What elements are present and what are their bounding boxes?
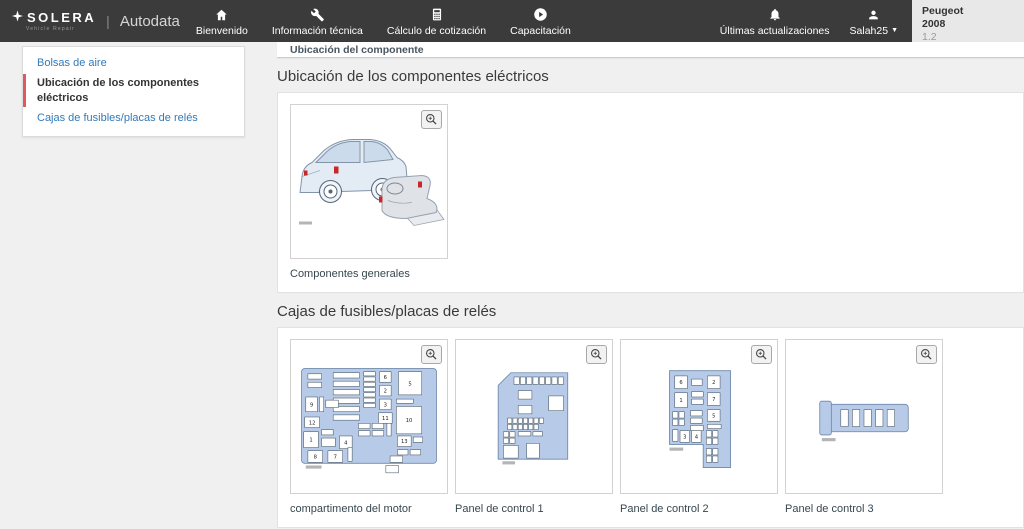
svg-text:3: 3 (384, 402, 387, 408)
nav-label: Últimas actualizaciones (719, 24, 830, 37)
fuse-diagram-panel3 (819, 400, 909, 441)
main-nav: Bienvenido Información técnica Cálculo d… (194, 0, 573, 42)
wrench-icon (310, 6, 325, 22)
thumbnail-caption: compartimento del motor (290, 503, 412, 515)
thumbnail-componentes-generales[interactable] (290, 104, 448, 259)
svg-text:13: 13 (401, 439, 408, 445)
brand-product: Autodata (119, 12, 180, 30)
vehicle-model: 2008 (922, 18, 946, 31)
nav-label: Bienvenido (195, 24, 248, 37)
play-icon (533, 6, 548, 22)
svg-text:2: 2 (384, 388, 387, 394)
autodata-app: { "header": { "brand": { "name": "SOLERA… (0, 0, 1024, 529)
svg-text:12: 12 (309, 420, 316, 426)
brand-tagline: Vehicle Repair (26, 26, 76, 32)
svg-text:9: 9 (310, 402, 313, 408)
fuse-diagram-panel1 (497, 371, 569, 464)
chevron-down-icon: ▼ (891, 27, 898, 34)
calculator-icon (430, 6, 444, 22)
magnifier-icon (426, 114, 437, 125)
svg-text:7: 7 (334, 454, 337, 460)
thumbnail-caption: Panel de control 3 (785, 503, 874, 515)
section-card-ubicacion: Componentes generales (277, 92, 1024, 293)
svg-text:10: 10 (406, 418, 413, 424)
user-icon (867, 6, 880, 22)
zoom-button[interactable] (916, 345, 937, 364)
zoom-button[interactable] (421, 345, 442, 364)
thumbnail-compartimento-motor[interactable]: 6 2 3 11 5 10 9 12 1 4 13 8 7 (290, 339, 448, 494)
svg-text:2: 2 (712, 380, 715, 386)
magnifier-icon (756, 349, 767, 360)
brand-separator: | (106, 13, 110, 29)
user-menu[interactable]: Salah25 ▼ (848, 6, 900, 37)
main-content: Ubicación del componente Ubicación de lo… (277, 42, 1024, 528)
section-title-cajas-fusibles: Cajas de fusibles/placas de relés (277, 303, 497, 320)
nav-item-informacion-tecnica[interactable]: Información técnica (270, 6, 365, 37)
bell-icon (768, 6, 782, 22)
zoom-button[interactable] (421, 110, 442, 129)
sidebar-item-bolsas-de-aire[interactable]: Bolsas de aire (23, 53, 244, 73)
magnifier-icon (921, 349, 932, 360)
svg-text:1: 1 (309, 437, 312, 443)
clipped-caption: Ubicación del componente (290, 44, 424, 56)
thumbnail-panel-control-1[interactable] (455, 339, 613, 494)
sidebar-item-ubicacion-componentes[interactable]: Ubicación de los componentes eléctricos (23, 73, 244, 108)
svg-text:3: 3 (683, 434, 686, 440)
svg-text:11: 11 (382, 416, 389, 422)
magnifier-icon (591, 349, 602, 360)
section-title-ubicacion: Ubicación de los componentes eléctricos (277, 68, 549, 85)
nav-label: Capacitación (510, 24, 571, 37)
section-nav-card: Bolsas de aire Ubicación de los componen… (22, 46, 245, 138)
username: Salah25 (849, 24, 889, 37)
thumbnail-caption: Componentes generales (290, 268, 410, 280)
solera-autodata-logo[interactable]: SOLERA Vehicle Repair | Autodata (0, 10, 192, 32)
solera-star-icon (12, 10, 23, 24)
nav-label: Información técnica (271, 24, 363, 37)
top-navbar: SOLERA Vehicle Repair | Autodata Bienven… (0, 0, 912, 42)
nav-item-capacitacion[interactable]: Capacitación (508, 6, 573, 37)
zoom-button[interactable] (751, 345, 772, 364)
thumbnail-panel-control-2[interactable]: 6217534 (620, 339, 778, 494)
zoom-button[interactable] (586, 345, 607, 364)
thumbnail-caption: Panel de control 1 (455, 503, 544, 515)
nav-item-calculo-cotizacion[interactable]: Cálculo de cotización (385, 6, 488, 37)
brand-name: SOLERA (27, 9, 97, 25)
svg-text:1: 1 (679, 398, 682, 404)
vehicle-make: Peugeot (922, 5, 964, 17)
svg-text:8: 8 (314, 454, 317, 460)
topbar-right: Últimas actualizaciones Salah25 ▼ (718, 6, 912, 37)
fuse-diagram-panel2: 6 21 753 4 (669, 369, 732, 468)
nav-item-bienvenido[interactable]: Bienvenido (194, 6, 250, 37)
nav-item-ultimas-actualizaciones[interactable]: Últimas actualizaciones (718, 6, 832, 37)
nav-label: Cálculo de cotización (386, 24, 487, 37)
svg-text:5: 5 (408, 381, 411, 387)
vehicle-info-panel[interactable]: Peugeot 2008 1.2 (912, 0, 1024, 47)
magnifier-icon (426, 349, 437, 360)
section-card-cajas-fusibles: 6 2 3 11 5 10 9 12 1 4 13 8 7 compartimento del moto… (277, 327, 1024, 528)
previous-card-remnant: Ubicación del componente (277, 42, 1024, 58)
thumbnail-panel-control-3[interactable] (785, 339, 943, 494)
svg-text:7: 7 (712, 397, 715, 403)
svg-text:5: 5 (712, 413, 715, 419)
fuse-diagram-engine: 623115109121 4 138 7 (301, 367, 437, 473)
sidebar-item-cajas-fusibles[interactable]: Cajas de fusibles/placas de relés (23, 108, 244, 128)
home-icon (214, 6, 229, 22)
thumbnail-caption: Panel de control 2 (620, 503, 709, 515)
